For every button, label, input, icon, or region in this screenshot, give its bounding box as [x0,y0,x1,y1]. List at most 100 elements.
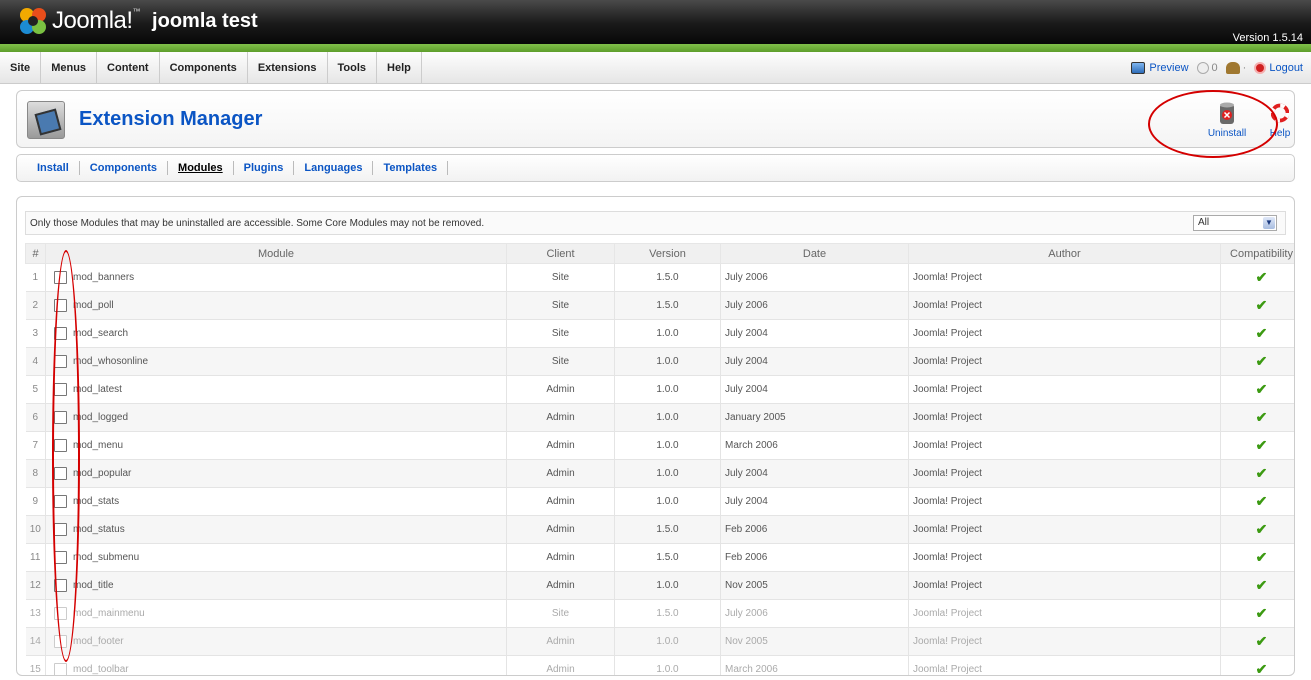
col-header-author[interactable]: Author [908,243,1221,264]
users-status[interactable]: · [1225,62,1246,74]
row-checkbox[interactable] [54,439,67,452]
version-cell: 1.0.0 [614,655,721,675]
version-cell: 1.5.0 [614,291,721,320]
menu-menus[interactable]: Menus [41,51,98,84]
module-name: mod_mainmenu [73,608,145,619]
chevron-down-icon: ▼ [1263,217,1275,229]
date-cell: March 2006 [720,655,909,675]
compatibility-cell: ✔ [1220,319,1294,348]
row-number: 4 [25,347,46,376]
author-cell: Joomla! Project [908,599,1221,628]
col-header-version[interactable]: Version [614,243,721,264]
messages-status[interactable]: 0 [1196,62,1218,74]
compatibility-cell: ✔ [1220,347,1294,376]
module-cell: mod_stats [45,487,507,516]
checkmark-icon: ✔ [1255,605,1268,621]
module-cell: mod_title [45,571,507,600]
row-checkbox[interactable] [54,523,67,536]
module-cell: mod_footer [45,627,507,656]
client-cell: Site [506,291,615,320]
row-checkbox[interactable] [54,383,67,396]
joomla-logo[interactable]: Joomla!™ joomla test [18,6,258,36]
table-row: 4 mod_whosonline Site 1.0.0 July 2004 Joomla!… [25,347,1294,376]
version-cell: 1.0.0 [614,431,721,460]
client-cell: Admin [506,515,615,544]
checkmark-icon: ✔ [1255,381,1268,397]
module-cell: mod_poll [45,291,507,320]
table-row: 8 mod_popular Admin 1.0.0 July 2004 Joomla! P… [25,459,1294,488]
row-checkbox[interactable] [54,327,67,340]
row-checkbox[interactable] [54,299,67,312]
date-cell: July 2004 [720,487,909,516]
col-header-date[interactable]: Date [720,243,909,264]
messages-icon [1196,62,1209,74]
client-cell: Admin [506,627,615,656]
date-cell: July 2006 [720,599,909,628]
submenu-modules[interactable]: Modules [168,161,234,175]
checkmark-icon: ✔ [1255,493,1268,509]
col-header-client[interactable]: Client [506,243,615,264]
table-row: 13 mod_mainmenu Site 1.5.0 July 2006 Joomla! … [25,599,1294,628]
submenu-install[interactable]: Install [27,161,80,175]
row-number: 2 [25,291,46,320]
menu-help[interactable]: Help [377,51,422,84]
row-checkbox[interactable] [54,551,67,564]
row-number: 8 [25,459,46,488]
module-name: mod_menu [73,440,124,451]
module-name: mod_banners [73,272,135,283]
row-number: 12 [25,571,46,600]
submenu-plugins[interactable]: Plugins [234,161,295,175]
site-name: joomla test [152,9,258,32]
menu-site[interactable]: Site [0,51,42,84]
checkmark-icon: ✔ [1255,633,1268,649]
row-checkbox[interactable] [54,579,67,592]
menu-components[interactable]: Components [160,51,248,84]
submenu-templates[interactable]: Templates [373,161,449,175]
checkmark-icon: ✔ [1255,409,1268,425]
row-checkbox[interactable] [54,411,67,424]
col-header-module[interactable]: Module [45,243,507,264]
version-cell: 1.5.0 [614,263,721,292]
uninstall-icon [1220,102,1234,124]
preview-link[interactable]: Preview [1131,62,1189,74]
table-row: 7 mod_menu Admin 1.0.0 March 2006 Joomla! Pro… [25,431,1294,460]
menu-tools[interactable]: Tools [328,51,378,84]
row-number: 9 [25,487,46,516]
row-checkbox[interactable] [54,271,67,284]
row-number: 7 [25,431,46,460]
module-name: mod_submenu [73,552,140,563]
page-title: Extension Manager [79,108,263,130]
menu-extensions[interactable]: Extensions [248,51,328,84]
logout-link[interactable]: Logout [1254,62,1303,74]
table-row: 9 mod_stats Admin 1.0.0 July 2004 Joomla! Pro… [25,487,1294,516]
module-name: mod_toolbar [73,664,129,675]
client-filter-select[interactable]: All ▼ [1193,215,1277,231]
menu-content[interactable]: Content [97,51,160,84]
compatibility-cell: ✔ [1220,627,1294,656]
preview-icon [1131,62,1146,74]
author-cell: Joomla! Project [908,627,1221,656]
compatibility-cell: ✔ [1220,291,1294,320]
table-row: 12 mod_title Admin 1.0.0 Nov 2005 Joomla! Pro… [25,571,1294,600]
help-lifebuoy-icon [1271,103,1289,123]
submenu-languages[interactable]: Languages [294,161,374,175]
client-cell: Admin [506,571,615,600]
client-cell: Admin [506,487,615,516]
row-checkbox[interactable] [54,495,67,508]
module-cell: mod_submenu [45,543,507,572]
help-button[interactable]: Help [1262,101,1298,139]
checkmark-icon: ✔ [1255,661,1268,676]
row-checkbox[interactable] [54,355,67,368]
submenu-components[interactable]: Components [80,161,169,175]
module-cell: mod_whosonline [45,347,507,376]
checkmark-icon: ✔ [1255,269,1268,285]
row-checkbox[interactable] [54,467,67,480]
col-header-number[interactable]: # [25,243,46,264]
table-header-row: # Module Client Version Date Author Comp… [25,243,1294,264]
logout-icon [1254,62,1267,74]
author-cell: Joomla! Project [908,543,1221,572]
version-cell: 1.5.0 [614,543,721,572]
uninstall-button[interactable]: Uninstall [1204,101,1250,139]
client-cell: Admin [506,403,615,432]
col-header-compatibility[interactable]: Compatibility [1220,243,1294,264]
